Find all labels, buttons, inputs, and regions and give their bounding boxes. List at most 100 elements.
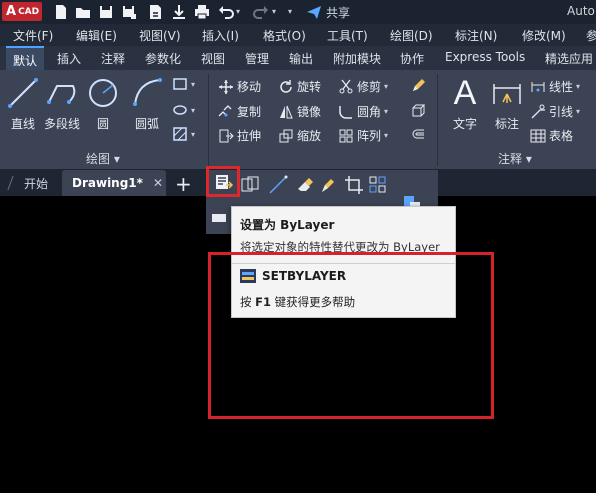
menu-modify[interactable]: 修改(M) xyxy=(522,27,566,44)
share-icon xyxy=(307,6,321,19)
tab-annotate[interactable]: 注释 xyxy=(101,50,125,67)
menu-parametric[interactable]: 参 xyxy=(586,27,596,44)
rectangle-tool[interactable]: ▾ xyxy=(172,76,195,92)
app-title: Auto xyxy=(567,4,595,18)
tab-default[interactable]: 默认 xyxy=(6,46,45,70)
change-space-icon[interactable] xyxy=(240,175,260,195)
dimension-tool[interactable]: 标注 xyxy=(490,76,524,132)
tab-insert[interactable]: 插入 xyxy=(57,50,81,67)
erase-icon[interactable] xyxy=(295,175,315,195)
move-icon xyxy=(219,79,233,94)
panel-divider xyxy=(208,74,209,166)
dimension-label: 标注 xyxy=(494,117,519,131)
redo-icon[interactable] xyxy=(252,3,270,21)
menu-format[interactable]: 格式(O) xyxy=(263,27,306,44)
array-icon xyxy=(339,129,353,142)
line-tool[interactable]: 直线 xyxy=(6,76,40,132)
crop-icon[interactable] xyxy=(344,175,364,195)
trim-icon xyxy=(339,79,353,93)
table-tool[interactable]: 表格 xyxy=(530,127,573,144)
stretch-tool[interactable]: 拉伸 xyxy=(218,127,261,144)
tab-view[interactable]: 视图 xyxy=(201,50,225,67)
menu-dimension[interactable]: 标注(N) xyxy=(455,27,497,44)
menu-tools[interactable]: 工具(T) xyxy=(327,27,368,44)
3d-box-tool[interactable] xyxy=(410,103,426,119)
fillet-label: 圆角 xyxy=(357,105,382,119)
drawing1-tab[interactable]: Drawing1* ✕ xyxy=(62,170,166,196)
copy-label: 复制 xyxy=(237,105,262,119)
close-tab-icon[interactable]: ✕ xyxy=(153,176,163,190)
text-tool[interactable]: A 文字 xyxy=(448,73,482,132)
menu-insert[interactable]: 插入(I) xyxy=(202,27,239,44)
share-label: 共享 xyxy=(326,5,351,20)
leader-tool[interactable]: 引线 ▾ xyxy=(530,103,580,120)
menu-view[interactable]: 视图(V) xyxy=(139,27,181,44)
menu-draw[interactable]: 绘图(D) xyxy=(390,27,433,44)
print-icon[interactable] xyxy=(193,3,211,21)
tab-bar-edge xyxy=(7,176,21,190)
tab-manage[interactable]: 管理 xyxy=(245,50,269,67)
ellipse-icon xyxy=(173,105,187,115)
save-icon[interactable] xyxy=(97,3,115,21)
redo-dropdown-icon[interactable]: ▾ xyxy=(272,3,282,21)
drawing1-tab-label: Drawing1* xyxy=(72,176,143,190)
circle-tool[interactable]: 圆 xyxy=(86,76,120,132)
array-tool[interactable]: 阵列 ▾ xyxy=(338,127,388,144)
hatch-icon xyxy=(173,127,187,141)
panel-divider xyxy=(437,74,438,166)
rotate-label: 旋转 xyxy=(297,80,322,94)
table-icon xyxy=(530,129,546,142)
stretch-label: 拉伸 xyxy=(237,129,262,143)
new-file-icon[interactable] xyxy=(52,3,70,21)
ellipse-tool[interactable]: ▾ xyxy=(172,102,195,118)
tab-addins[interactable]: 附加模块 xyxy=(333,50,381,67)
arc-tool[interactable]: 圆弧 xyxy=(130,76,164,132)
edit-spline-icon[interactable] xyxy=(319,175,339,195)
grid-icon[interactable] xyxy=(368,175,388,195)
start-tab[interactable]: 开始 xyxy=(24,170,48,196)
annotation-panel-title[interactable]: 注释 ▾ xyxy=(498,150,532,167)
menu-edit[interactable]: 编辑(E) xyxy=(76,27,117,44)
linear-label: 线性 xyxy=(549,80,574,94)
lengthen-icon[interactable] xyxy=(268,175,288,195)
fillet-tool[interactable]: 圆角 ▾ xyxy=(338,103,388,120)
trim-label: 修剪 xyxy=(357,80,382,94)
tab-output[interactable]: 输出 xyxy=(289,50,313,67)
draw-panel-title[interactable]: 绘图 ▾ xyxy=(86,150,120,167)
new-tab-button[interactable]: + xyxy=(175,172,192,196)
mirror-tool[interactable]: 镜像 xyxy=(278,103,321,120)
hatch-tool[interactable]: ▾ xyxy=(172,126,195,142)
copy-tool[interactable]: 复制 xyxy=(218,103,261,120)
app-logo[interactable]: A CAD xyxy=(2,2,42,21)
erase-tool[interactable] xyxy=(410,78,426,94)
text-label: 文字 xyxy=(452,117,477,131)
tab-collaborate[interactable]: 协作 xyxy=(400,50,424,67)
move-label: 移动 xyxy=(237,80,262,94)
trim-tool[interactable]: 修剪 ▾ xyxy=(338,78,388,95)
move-tool[interactable]: 移动 xyxy=(218,78,261,95)
text-a-icon: A xyxy=(453,73,477,112)
tab-express-tools[interactable]: Express Tools xyxy=(445,50,525,64)
offset-tool[interactable] xyxy=(410,127,426,143)
leader-label: 引线 xyxy=(549,105,574,119)
save-as-icon[interactable] xyxy=(120,3,138,21)
undo-icon[interactable] xyxy=(217,3,235,21)
tab-featured-apps[interactable]: 精选应用 xyxy=(545,50,593,67)
publish-icon[interactable] xyxy=(146,3,164,21)
open-folder-icon[interactable] xyxy=(74,3,92,21)
tab-parametric[interactable]: 参数化 xyxy=(145,50,181,67)
scale-tool[interactable]: 缩放 xyxy=(278,127,321,144)
menu-file[interactable]: 文件(F) xyxy=(13,27,53,44)
polyline-tool[interactable]: 多段线 xyxy=(44,76,80,132)
customize-dropdown-icon[interactable]: ▾ xyxy=(288,3,298,21)
open-web-icon[interactable] xyxy=(170,3,188,21)
ribbon-tab-bar: 默认 插入 注释 参数化 视图 管理 输出 附加模块 协作 Express To… xyxy=(0,46,596,70)
linear-dim-tool[interactable]: 线性 ▾ xyxy=(530,78,580,95)
line-label: 直线 xyxy=(10,117,35,131)
undo-dropdown-icon[interactable]: ▾ xyxy=(236,3,246,21)
align-icon[interactable] xyxy=(210,208,230,228)
rotate-tool[interactable]: 旋转 xyxy=(278,78,321,95)
stretch-icon xyxy=(219,129,234,142)
cube-icon xyxy=(412,104,426,117)
share-button[interactable]: 共享 xyxy=(306,3,350,21)
